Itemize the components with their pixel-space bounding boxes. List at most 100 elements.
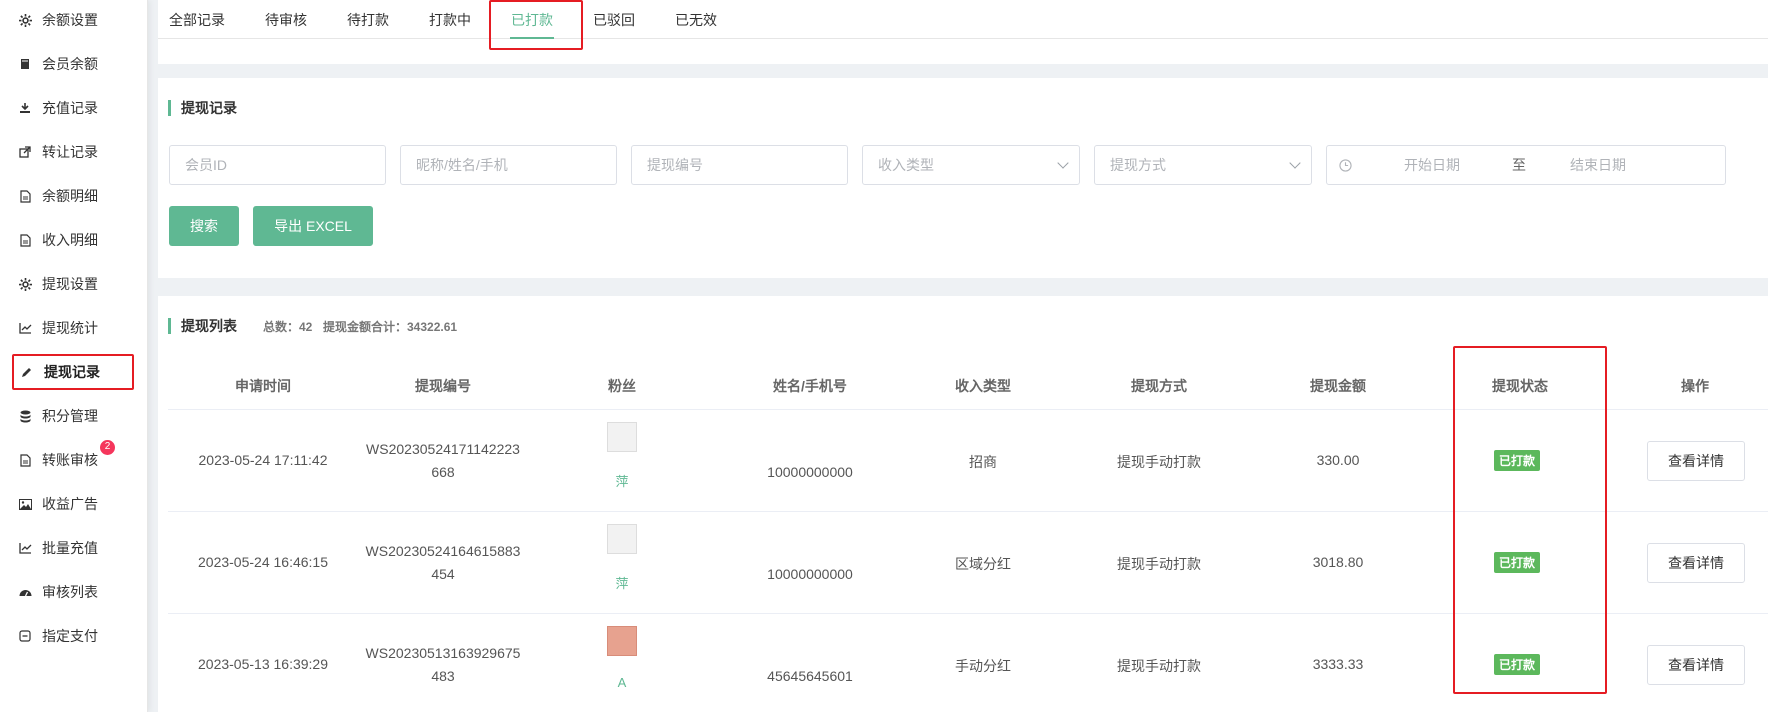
- chevron-down-icon: [1289, 157, 1301, 169]
- withdraw-no-line2: 483: [431, 668, 455, 684]
- tab-pending-review[interactable]: 待审核: [265, 10, 307, 32]
- end-date-placeholder[interactable]: 结束日期: [1570, 155, 1626, 175]
- sidebar-item-withdraw-stats[interactable]: 提现统计: [12, 310, 134, 346]
- sidebar-item-label: 余额明细: [42, 188, 98, 204]
- date-range-picker[interactable]: 开始日期 至 结束日期: [1326, 145, 1726, 185]
- filter-title: 提现记录: [168, 100, 237, 116]
- line-chart-icon: [18, 321, 32, 335]
- apply-time: 2023-05-24 16:46:15: [198, 554, 328, 570]
- nickname-field[interactable]: [400, 145, 617, 185]
- sidebar-item-label: 提现设置: [42, 276, 98, 292]
- withdraw-no-line1: WS20230524164615883: [365, 543, 521, 559]
- tab-paying[interactable]: 打款中: [429, 10, 471, 32]
- nickname-input[interactable]: [416, 157, 616, 173]
- withdraw-no-line2: 668: [431, 464, 455, 480]
- apply-time: 2023-05-24 17:11:42: [198, 452, 328, 468]
- income-type: 手动分红: [955, 658, 1011, 674]
- sidebar-item-label: 批量充值: [42, 540, 98, 556]
- column-header-name-phone: 姓名/手机号: [773, 378, 847, 394]
- fan-name[interactable]: 萍: [607, 573, 637, 592]
- sidebar-item-withdraw-settings[interactable]: 提现设置: [12, 266, 134, 302]
- book-icon: [18, 57, 32, 71]
- sidebar-item-member-balance[interactable]: 会员余额: [12, 46, 134, 82]
- sidebar-item-label: 收入明细: [42, 232, 98, 248]
- database-icon: [18, 409, 32, 423]
- sidebar-item-label: 积分管理: [42, 408, 98, 424]
- minus-square-icon: [18, 629, 32, 643]
- member-id-field[interactable]: [169, 145, 386, 185]
- sidebar-item-designated-payment[interactable]: 指定支付: [12, 618, 134, 654]
- withdraw-amount: 3018.80: [1312, 554, 1364, 570]
- gear-icon: [18, 13, 32, 27]
- sidebar-item-transfer-review[interactable]: 转账审核 2: [12, 440, 134, 478]
- view-details-button[interactable]: 查看详情: [1647, 441, 1745, 481]
- income-type-select[interactable]: 收入类型: [862, 145, 1080, 185]
- sidebar-item-label: 审核列表: [42, 584, 98, 600]
- avatar: [607, 626, 637, 656]
- withdraw-method-placeholder: 提现方式: [1110, 157, 1166, 173]
- fan-name[interactable]: 萍: [607, 471, 637, 490]
- sidebar-item-income-details[interactable]: 收入明细: [12, 222, 134, 258]
- avatar: [607, 422, 637, 452]
- income-type: 区域分红: [955, 556, 1011, 572]
- download-icon: [18, 101, 32, 115]
- tab-highlight-box: [489, 0, 583, 50]
- column-header-apply-time: 申请时间: [235, 378, 291, 394]
- sidebar-item-points-management[interactable]: 积分管理: [12, 398, 134, 434]
- tab-rejected[interactable]: 已驳回: [593, 10, 635, 32]
- withdraw-no-line2: 454: [431, 566, 455, 582]
- sidebar-item-label: 提现记录: [44, 364, 100, 380]
- chevron-down-icon: [1057, 157, 1069, 169]
- apply-time: 2023-05-13 16:39:29: [198, 656, 328, 672]
- export-excel-button[interactable]: 导出 EXCEL: [253, 206, 373, 246]
- tabs-divider: [158, 38, 1768, 39]
- withdraw-no-field[interactable]: [631, 145, 848, 185]
- sidebar-item-recharge-records[interactable]: 充值记录: [12, 90, 134, 126]
- sidebar: 余额设置 会员余额 充值记录 转让记录 余额明细 收入明细 提现设置 提现统计 …: [0, 0, 148, 712]
- view-details-button[interactable]: 查看详情: [1647, 543, 1745, 583]
- fan-name[interactable]: A: [607, 675, 637, 690]
- total-count: 总数：42: [263, 320, 313, 334]
- gear-icon: [18, 277, 32, 291]
- sidebar-item-label: 指定支付: [42, 628, 98, 644]
- column-header-withdraw-method: 提现方式: [1131, 378, 1187, 394]
- status-column-highlight-box: [1453, 346, 1607, 694]
- tab-pending-payment[interactable]: 待打款: [347, 10, 389, 32]
- withdraw-method: 提现手动打款: [1117, 658, 1201, 674]
- sidebar-item-label: 转让记录: [42, 144, 98, 160]
- status-tabs: [158, 0, 1768, 64]
- column-header-fans: 粉丝: [608, 378, 636, 394]
- dashboard-icon: [18, 585, 32, 599]
- sidebar-item-review-list[interactable]: 审核列表: [12, 574, 134, 610]
- tab-invalid[interactable]: 已无效: [675, 10, 717, 32]
- line-chart-icon: [18, 541, 32, 555]
- tab-all-records[interactable]: 全部记录: [169, 10, 225, 32]
- sidebar-item-label: 充值记录: [42, 100, 98, 116]
- sidebar-item-batch-recharge[interactable]: 批量充值: [12, 530, 134, 566]
- external-link-icon: [18, 145, 32, 159]
- withdraw-method: 提现手动打款: [1117, 454, 1201, 470]
- notification-badge: 2: [100, 440, 115, 455]
- view-details-button[interactable]: 查看详情: [1647, 645, 1745, 685]
- clock-icon: [1339, 158, 1352, 172]
- withdraw-amount: 330.00: [1316, 452, 1360, 468]
- sidebar-item-revenue-ads[interactable]: 收益广告: [12, 486, 134, 522]
- withdraw-no-line1: WS20230513163929675: [365, 645, 521, 661]
- phone: 10000000000: [767, 566, 853, 582]
- income-type: 招商: [969, 454, 997, 470]
- search-button[interactable]: 搜索: [169, 206, 239, 246]
- sidebar-item-withdraw-records[interactable]: 提现记录: [12, 354, 134, 390]
- sidebar-item-transfer-records[interactable]: 转让记录: [12, 134, 134, 170]
- withdraw-no-input[interactable]: [647, 157, 847, 173]
- sidebar-item-balance-details[interactable]: 余额明细: [12, 178, 134, 214]
- file-icon: [18, 189, 32, 203]
- sidebar-item-balance-settings[interactable]: 余额设置: [12, 2, 134, 38]
- sidebar-item-label: 收益广告: [42, 496, 98, 512]
- column-header-action: 操作: [1681, 378, 1709, 394]
- list-title: 提现列表: [168, 318, 237, 334]
- sidebar-item-label: 会员余额: [42, 56, 98, 72]
- start-date-placeholder[interactable]: 开始日期: [1404, 155, 1460, 175]
- member-id-input[interactable]: [185, 157, 385, 173]
- phone: 10000000000: [767, 464, 853, 480]
- withdraw-method-select[interactable]: 提现方式: [1094, 145, 1312, 185]
